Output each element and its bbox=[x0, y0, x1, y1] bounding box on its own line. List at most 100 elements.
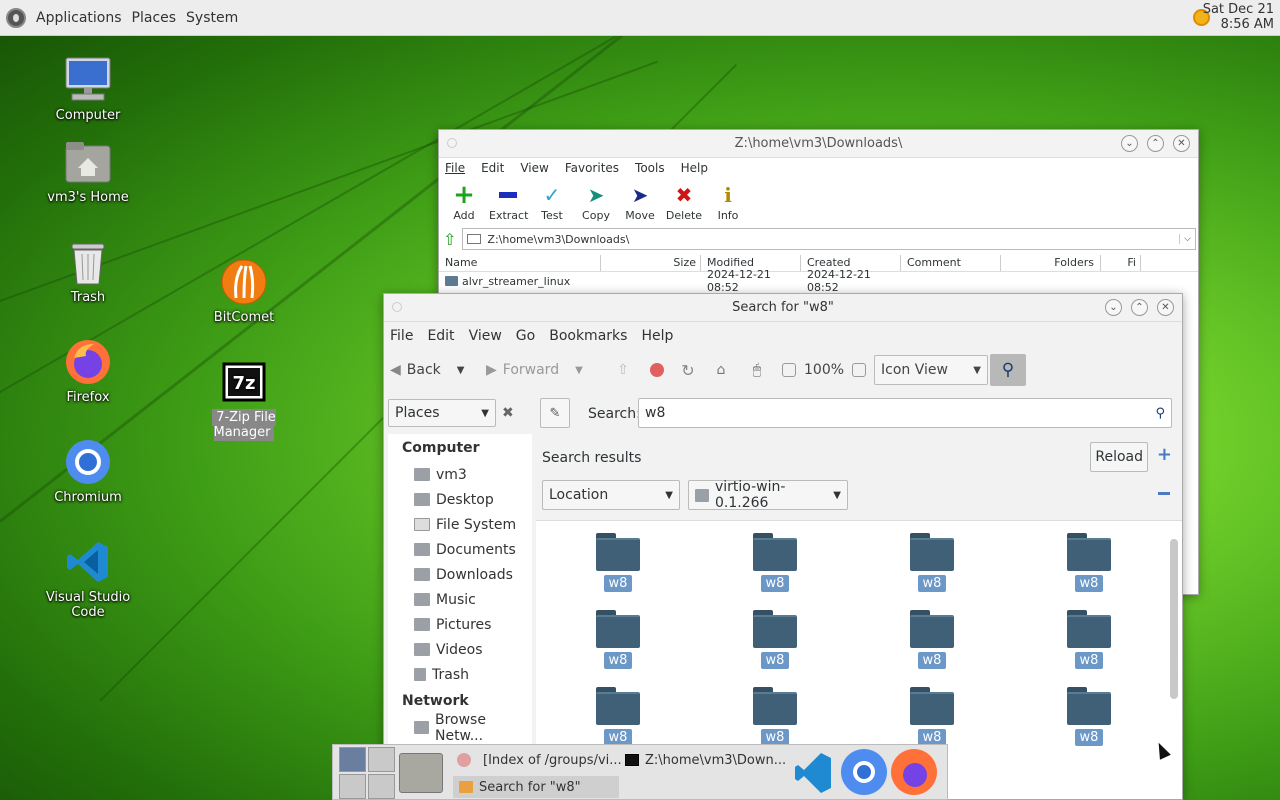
menu-favorites[interactable]: Favorites bbox=[565, 161, 619, 175]
reload-button[interactable]: Reload bbox=[1090, 442, 1148, 472]
search-window[interactable]: Search for "w8" ⌄ ⌃ ✕ File Edit View Go … bbox=[383, 293, 1183, 800]
7zip-titlebar[interactable]: Z:\home\vm3\Downloads\ ⌄ ⌃ ✕ bbox=[439, 130, 1198, 158]
close-sidebar-icon[interactable]: ✖ bbox=[502, 405, 514, 421]
places-menu[interactable]: Places bbox=[132, 10, 177, 26]
location-select[interactable]: virtio-win-0.1.266 ▼ bbox=[688, 479, 848, 511]
grid-item[interactable]: w8 bbox=[558, 610, 678, 669]
desktop-icon-computer[interactable]: Computer bbox=[28, 56, 148, 123]
sidebar-item-browse-network[interactable]: Browse Netw... bbox=[388, 712, 532, 744]
delete-button[interactable]: ✖ Delete bbox=[665, 184, 703, 222]
search-input[interactable]: w8 ⚲ bbox=[638, 398, 1172, 428]
sidebar-item-downloads[interactable]: Downloads bbox=[388, 562, 532, 587]
desktop-icon-trash[interactable]: Trash bbox=[28, 238, 148, 305]
grid-item[interactable]: w8 bbox=[715, 610, 835, 669]
task-7zip[interactable]: Z:\home\vm3\Down... bbox=[625, 749, 786, 771]
view-mode-select[interactable]: Icon View ▼ bbox=[874, 355, 988, 385]
chromium-launcher-icon[interactable] bbox=[841, 749, 887, 795]
grid-item[interactable]: w8 bbox=[1029, 687, 1149, 746]
desktop-icon-firefox[interactable]: Firefox bbox=[28, 338, 148, 405]
zoom-level[interactable]: 100% bbox=[804, 362, 844, 378]
workspace-switcher[interactable] bbox=[339, 747, 395, 799]
up-arrow-icon[interactable]: ⇧ bbox=[606, 362, 640, 378]
menu-view[interactable]: View bbox=[469, 328, 502, 344]
menu-go[interactable]: Go bbox=[516, 328, 535, 344]
task-browser[interactable]: [Index of /groups/vi... bbox=[457, 749, 622, 771]
grid-item[interactable]: w8 bbox=[715, 533, 835, 592]
remove-criteria-icon[interactable] bbox=[1158, 492, 1170, 495]
sidebar-item-videos[interactable]: Videos bbox=[388, 637, 532, 662]
col-size[interactable]: Size bbox=[601, 254, 701, 271]
maximize-button[interactable]: ⌃ bbox=[1131, 299, 1148, 316]
move-button[interactable]: ➤ Move bbox=[621, 184, 659, 222]
desktop-icon-home[interactable]: vm3's Home bbox=[28, 138, 148, 205]
menu-help[interactable]: Help bbox=[681, 161, 708, 175]
col-folders[interactable]: Folders bbox=[1001, 254, 1101, 271]
firefox-launcher-icon[interactable] bbox=[891, 749, 937, 795]
clock[interactable]: Sat Dec 21 8:56 AM bbox=[1203, 2, 1274, 32]
copy-button[interactable]: ➤ Copy bbox=[577, 184, 615, 222]
add-criteria-icon[interactable]: + bbox=[1157, 444, 1172, 465]
desktop-icon-bitcomet[interactable]: BitComet bbox=[184, 258, 304, 325]
mate-logo-icon[interactable] bbox=[6, 7, 26, 28]
address-dropdown-icon[interactable]: ⌵ bbox=[1179, 234, 1195, 244]
menu-edit[interactable]: Edit bbox=[481, 161, 504, 175]
menu-tools[interactable]: Tools bbox=[635, 161, 665, 175]
close-button[interactable]: ✕ bbox=[1173, 135, 1190, 152]
menu-help[interactable]: Help bbox=[641, 328, 673, 344]
grid-item[interactable]: w8 bbox=[872, 687, 992, 746]
address-field[interactable]: Z:\home\vm3\Downloads\ ⌵ bbox=[462, 228, 1196, 250]
add-button[interactable]: + Add bbox=[445, 182, 483, 222]
forward-button[interactable]: ▶ Forward ▼ bbox=[486, 362, 606, 378]
sidebar-item-vm3[interactable]: vm3 bbox=[388, 462, 532, 487]
grid-item[interactable]: w8 bbox=[558, 533, 678, 592]
menu-bookmarks[interactable]: Bookmarks bbox=[549, 328, 627, 344]
stop-icon[interactable] bbox=[650, 363, 664, 377]
close-button[interactable]: ✕ bbox=[1157, 299, 1174, 316]
desktop-icon-chromium[interactable]: Chromium bbox=[28, 438, 148, 505]
col-comment[interactable]: Comment bbox=[901, 254, 1001, 271]
sidebar-item-desktop[interactable]: Desktop bbox=[388, 487, 532, 512]
reload-icon[interactable]: ↻ bbox=[674, 361, 702, 380]
info-button[interactable]: i Info bbox=[709, 184, 747, 222]
search-toggle-button[interactable]: ⚲ bbox=[990, 354, 1026, 386]
col-name[interactable]: Name bbox=[439, 254, 601, 271]
results-scrollbar[interactable] bbox=[1168, 525, 1180, 799]
grid-item[interactable]: w8 bbox=[872, 610, 992, 669]
desktop-icon-vscode[interactable]: Visual Studio Code bbox=[28, 538, 148, 620]
menu-edit[interactable]: Edit bbox=[427, 328, 454, 344]
applications-menu[interactable]: Applications bbox=[36, 10, 122, 26]
back-button[interactable]: ◀ Back ▼ bbox=[390, 362, 486, 378]
workspace-1[interactable] bbox=[339, 747, 366, 772]
sidebar-item-documents[interactable]: Documents bbox=[388, 537, 532, 562]
menu-view[interactable]: View bbox=[520, 161, 548, 175]
sidebar-item-trash[interactable]: Trash bbox=[388, 662, 532, 687]
workspace-2[interactable] bbox=[368, 747, 395, 772]
extract-button[interactable]: Extract bbox=[489, 184, 528, 222]
up-arrow-icon[interactable]: ⇧ bbox=[439, 230, 460, 249]
desktop-icon-7zip[interactable]: 7z 7-Zip File Manager bbox=[184, 358, 304, 441]
scrollbar-thumb[interactable] bbox=[1170, 539, 1178, 699]
sidebar-item-pictures[interactable]: Pictures bbox=[388, 612, 532, 637]
zoom-out-icon[interactable] bbox=[782, 363, 796, 377]
home-icon[interactable]: ⌂ bbox=[702, 362, 740, 378]
computer-icon[interactable]: 🖱 bbox=[740, 362, 774, 378]
minimize-button[interactable]: ⌄ bbox=[1105, 299, 1122, 316]
workspace-3[interactable] bbox=[339, 774, 366, 799]
grid-item[interactable]: w8 bbox=[715, 687, 835, 746]
zoom-in-icon[interactable] bbox=[852, 363, 866, 377]
table-row[interactable]: alvr_streamer_linux 2024-12-21 08:52 202… bbox=[439, 268, 1198, 294]
workspace-4[interactable] bbox=[368, 774, 395, 799]
show-desktop-icon[interactable] bbox=[399, 753, 443, 793]
col-files[interactable]: Fi bbox=[1101, 254, 1141, 271]
menu-file[interactable]: File bbox=[445, 161, 465, 175]
places-select[interactable]: Places ▼ bbox=[388, 399, 496, 427]
sidebar-item-filesystem[interactable]: File System bbox=[388, 512, 532, 537]
test-button[interactable]: ✓ Test bbox=[533, 184, 571, 222]
minimize-button[interactable]: ⌄ bbox=[1121, 135, 1138, 152]
sidebar-item-music[interactable]: Music bbox=[388, 587, 532, 612]
grid-item[interactable]: w8 bbox=[872, 533, 992, 592]
task-search[interactable]: Search for "w8" bbox=[453, 776, 619, 798]
menu-file[interactable]: File bbox=[390, 328, 413, 344]
edit-query-button[interactable]: ✎ bbox=[540, 398, 570, 428]
grid-item[interactable]: w8 bbox=[1029, 533, 1149, 592]
